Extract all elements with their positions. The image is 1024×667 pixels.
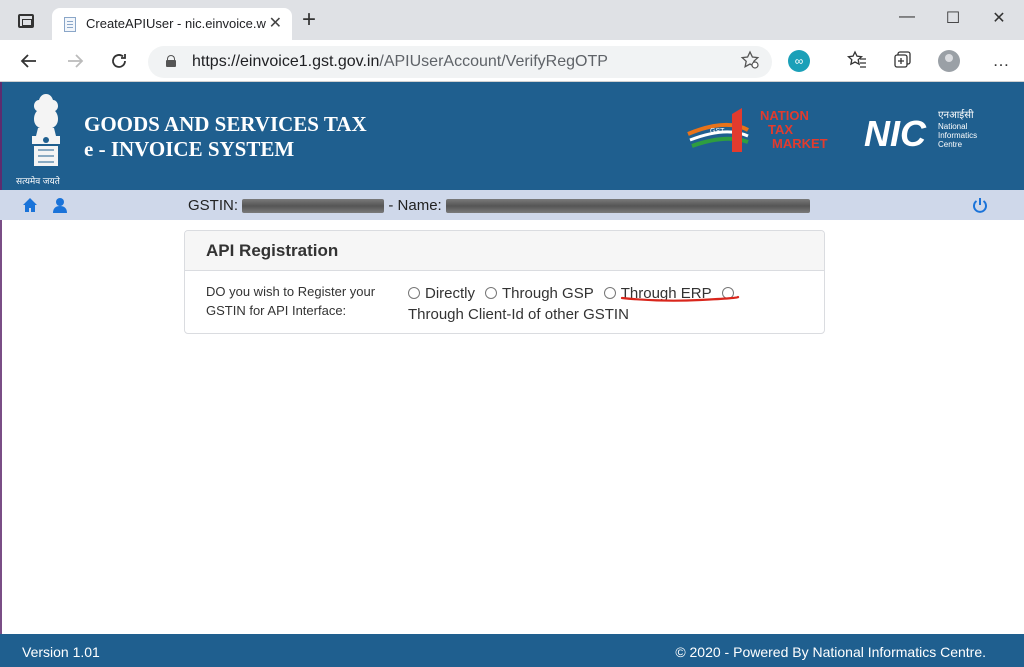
user-bar: GSTIN: - Name: — [0, 190, 1024, 220]
nic-caption-1: National — [938, 122, 968, 131]
gstin-label: GSTIN: — [188, 197, 239, 214]
radio-through-erp[interactable] — [603, 287, 616, 299]
copyright-text: © 2020 - Powered By National Informatics… — [675, 644, 986, 660]
nic-caption-3: Centre — [938, 140, 963, 149]
close-window-icon[interactable]: ✕ — [976, 8, 1022, 28]
option-through-gsp-label: Through GSP — [502, 285, 594, 302]
version-text: Version 1.01 — [22, 644, 100, 660]
name-label: - Name: — [388, 197, 442, 214]
browser-tab[interactable]: CreateAPIUser - nic.einvoice.web ✕ — [52, 8, 292, 40]
refresh-icon[interactable] — [106, 48, 132, 74]
favorites-icon[interactable] — [846, 50, 868, 72]
option-directly[interactable]: Directly — [408, 283, 475, 304]
site-title: GOODS AND SERVICES TAX e - INVOICE SYSTE… — [84, 112, 367, 162]
favorite-star-icon[interactable] — [740, 50, 760, 75]
window-menu-icon[interactable] — [18, 14, 34, 28]
radio-through-gsp[interactable] — [485, 287, 498, 299]
close-tab-icon[interactable]: ✕ — [269, 13, 282, 33]
tab-title: CreateAPIUser - nic.einvoice.web — [86, 16, 266, 31]
url-text: https://einvoice1.gst.gov.in/APIUserAcco… — [192, 53, 608, 70]
nic-caption-2: Informatics — [938, 131, 977, 140]
page-footer: Version 1.01 © 2020 - Powered By Nationa… — [0, 634, 1024, 667]
lock-icon[interactable] — [166, 55, 176, 67]
one-nation-one-tax-logo: GST NATION TAX MARKET — [687, 108, 828, 152]
gstin-info: GSTIN: - Name: — [188, 197, 810, 214]
page-favicon-icon — [64, 17, 76, 32]
forward-icon[interactable] — [62, 48, 88, 74]
back-icon[interactable] — [16, 48, 42, 74]
site-title-line1: GOODS AND SERVICES TAX — [84, 112, 367, 136]
extension-icon[interactable]: ∞ — [788, 50, 810, 72]
national-emblem-icon — [32, 94, 60, 166]
option-directly-label: Directly — [425, 285, 476, 302]
logout-power-icon[interactable] — [972, 197, 988, 213]
gstin-redacted — [242, 199, 385, 214]
emblem-caption: सत्यमेव जयते — [16, 176, 60, 186]
registration-options: Directly Through GSP Through ERP Through Cl… — [408, 283, 808, 325]
ont-line1: NATION — [760, 108, 809, 123]
name-redacted — [445, 199, 810, 214]
card-header: API Registration — [185, 231, 824, 271]
address-bar[interactable]: https://einvoice1.gst.gov.in/APIUserAcco… — [148, 46, 772, 78]
new-tab-icon[interactable]: + — [302, 6, 316, 34]
site-title-line2: e - INVOICE SYSTEM — [84, 137, 295, 161]
card-title: API Registration — [206, 241, 339, 260]
user-profile-icon[interactable] — [52, 197, 68, 213]
radio-directly[interactable] — [408, 287, 420, 299]
nic-logo: NIC एनआईसी National Informatics Centre — [864, 109, 977, 154]
nic-hindi-text: एनआईसी — [938, 109, 974, 121]
more-icon[interactable]: … — [990, 50, 1012, 72]
option-through-gsp[interactable]: Through GSP — [485, 283, 594, 304]
api-registration-card: API Registration DO you wish to Register… — [184, 230, 825, 334]
registration-question: DO you wish to Register your GSTIN for A… — [206, 284, 376, 318]
minimize-icon[interactable]: — — [884, 8, 930, 26]
browser-titlebar: CreateAPIUser - nic.einvoice.web ✕ + — ☐… — [0, 0, 1024, 40]
home-icon[interactable] — [22, 197, 38, 213]
nic-logo-text: NIC — [864, 113, 927, 154]
gst-badge-text: GST — [710, 128, 725, 135]
ont-line2: TAX — [768, 122, 793, 137]
page-left-border — [0, 220, 2, 634]
option-through-client-id[interactable]: Through Client-Id of other GSTIN — [408, 304, 629, 325]
maximize-icon[interactable]: ☐ — [930, 8, 976, 28]
red-underline-annotation — [620, 295, 740, 302]
browser-toolbar: https://einvoice1.gst.gov.in/APIUserAcco… — [0, 40, 1024, 82]
collections-icon[interactable] — [892, 50, 914, 72]
ont-line3: MARKET — [772, 136, 828, 151]
option-through-client-id-label: Through Client-Id of other GSTIN — [408, 306, 629, 323]
profile-icon[interactable] — [938, 50, 960, 72]
